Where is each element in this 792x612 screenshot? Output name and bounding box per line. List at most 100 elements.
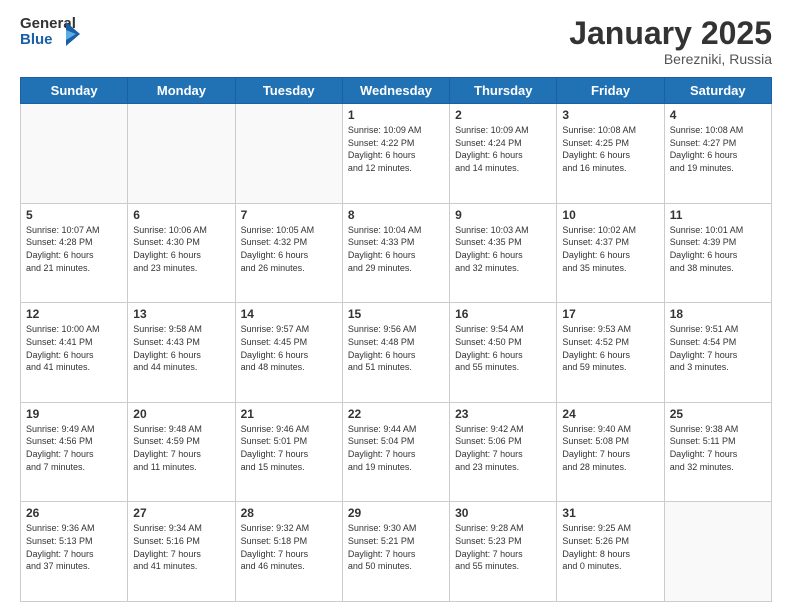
day-info: Sunrise: 9:54 AMSunset: 4:50 PMDaylight:… — [455, 323, 551, 373]
day-number: 24 — [562, 407, 658, 421]
day-cell: 17Sunrise: 9:53 AMSunset: 4:52 PMDayligh… — [557, 303, 664, 403]
day-info: Sunrise: 10:06 AMSunset: 4:30 PMDaylight… — [133, 224, 229, 274]
day-cell: 14 Sunrise: 9:57 AMSunset: 4:45 PMDayligh… — [235, 303, 342, 403]
day-info: Sunrise: 10:05 AMSunset: 4:32 PMDaylight… — [241, 224, 337, 274]
day-cell: 22 Sunrise: 9:44 AMSunset: 5:04 PMDayligh… — [342, 402, 449, 502]
day-cell: 5 Sunrise: 10:07 AMSunset: 4:28 PMDayligh… — [21, 203, 128, 303]
day-number: 17 — [562, 307, 658, 321]
day-cell: 21 Sunrise: 9:46 AMSunset: 5:01 PMDayligh… — [235, 402, 342, 502]
logo: General Blue — [20, 16, 72, 56]
day-number: 15 — [348, 307, 444, 321]
day-number: 4 — [670, 108, 766, 122]
day-cell: 15 Sunrise: 9:56 AMSunset: 4:48 PMDayligh… — [342, 303, 449, 403]
calendar-title: January 2025 — [569, 16, 772, 51]
day-number: 13 — [133, 307, 229, 321]
day-number: 27 — [133, 506, 229, 520]
day-header-friday: Friday — [557, 78, 664, 104]
day-info: Sunrise: 9:30 AMSunset: 5:21 PMDaylight:… — [348, 522, 444, 572]
day-cell: 27Sunrise: 9:34 AMSunset: 5:16 PMDayligh… — [128, 502, 235, 602]
day-number: 30 — [455, 506, 551, 520]
day-number: 10 — [562, 208, 658, 222]
logo-icon — [66, 18, 82, 55]
day-cell: 24Sunrise: 9:40 AMSunset: 5:08 PMDayligh… — [557, 402, 664, 502]
day-info: Sunrise: 9:58 AMSunset: 4:43 PMDaylight:… — [133, 323, 229, 373]
logo-blue: Blue — [20, 32, 53, 49]
day-info: Sunrise: 9:32 AMSunset: 5:18 PMDaylight:… — [241, 522, 337, 572]
day-number: 29 — [348, 506, 444, 520]
day-cell: 26 Sunrise: 9:36 AMSunset: 5:13 PMDayligh… — [21, 502, 128, 602]
day-number: 3 — [562, 108, 658, 122]
day-number: 31 — [562, 506, 658, 520]
day-info: Sunrise: 9:56 AMSunset: 4:48 PMDaylight:… — [348, 323, 444, 373]
day-number: 2 — [455, 108, 551, 122]
day-cell — [21, 104, 128, 204]
day-cell: 28Sunrise: 9:32 AMSunset: 5:18 PMDayligh… — [235, 502, 342, 602]
day-info: Sunrise: 9:36 AMSunset: 5:13 PMDaylight:… — [26, 522, 122, 572]
day-header-tuesday: Tuesday — [235, 78, 342, 104]
day-info: Sunrise: 10:01 AMSunset: 4:39 PMDaylight… — [670, 224, 766, 274]
day-info: Sunrise: 9:44 AMSunset: 5:04 PMDaylight:… — [348, 423, 444, 473]
day-number: 21 — [241, 407, 337, 421]
day-number: 16 — [455, 307, 551, 321]
day-cell: 19 Sunrise: 9:49 AMSunset: 4:56 PMDayligh… — [21, 402, 128, 502]
day-header-saturday: Saturday — [664, 78, 771, 104]
day-number: 5 — [26, 208, 122, 222]
day-cell: 1 Sunrise: 10:09 AMSunset: 4:22 PMDayligh… — [342, 104, 449, 204]
calendar-subtitle: Berezniki, Russia — [569, 51, 772, 67]
day-cell: 20Sunrise: 9:48 AMSunset: 4:59 PMDayligh… — [128, 402, 235, 502]
day-cell: 31 Sunrise: 9:25 AMSunset: 5:26 PMDayligh… — [557, 502, 664, 602]
day-number: 20 — [133, 407, 229, 421]
day-cell: 11 Sunrise: 10:01 AMSunset: 4:39 PMDaylig… — [664, 203, 771, 303]
day-info: Sunrise: 10:03 AMSunset: 4:35 PMDaylight… — [455, 224, 551, 274]
day-number: 11 — [670, 208, 766, 222]
day-header-thursday: Thursday — [450, 78, 557, 104]
day-info: Sunrise: 9:38 AMSunset: 5:11 PMDaylight:… — [670, 423, 766, 473]
day-info: Sunrise: 10:04 AMSunset: 4:33 PMDaylight… — [348, 224, 444, 274]
day-info: Sunrise: 9:49 AMSunset: 4:56 PMDaylight:… — [26, 423, 122, 473]
day-info: Sunrise: 9:51 AMSunset: 4:54 PMDaylight:… — [670, 323, 766, 373]
day-number: 8 — [348, 208, 444, 222]
day-number: 12 — [26, 307, 122, 321]
day-cell: 2 Sunrise: 10:09 AMSunset: 4:24 PMDayligh… — [450, 104, 557, 204]
day-cell: 6 Sunrise: 10:06 AMSunset: 4:30 PMDayligh… — [128, 203, 235, 303]
header: General Blue January 2025 Berezniki, Rus… — [20, 16, 772, 67]
day-info: Sunrise: 10:08 AMSunset: 4:27 PMDaylight… — [670, 124, 766, 174]
day-header-wednesday: Wednesday — [342, 78, 449, 104]
day-cell: 25Sunrise: 9:38 AMSunset: 5:11 PMDayligh… — [664, 402, 771, 502]
day-cell: 9 Sunrise: 10:03 AMSunset: 4:35 PMDayligh… — [450, 203, 557, 303]
day-header-monday: Monday — [128, 78, 235, 104]
day-info: Sunrise: 10:09 AMSunset: 4:22 PMDaylight… — [348, 124, 444, 174]
day-number: 23 — [455, 407, 551, 421]
day-cell — [664, 502, 771, 602]
day-cell: 18 Sunrise: 9:51 AMSunset: 4:54 PMDayligh… — [664, 303, 771, 403]
day-number: 18 — [670, 307, 766, 321]
page: General Blue January 2025 Berezniki, Rus… — [0, 0, 792, 612]
day-info: Sunrise: 10:00 AMSunset: 4:41 PMDaylight… — [26, 323, 122, 373]
day-cell: 4 Sunrise: 10:08 AMSunset: 4:27 PMDayligh… — [664, 104, 771, 204]
day-cell: 8 Sunrise: 10:04 AMSunset: 4:33 PMDayligh… — [342, 203, 449, 303]
day-info: Sunrise: 9:25 AMSunset: 5:26 PMDaylight:… — [562, 522, 658, 572]
day-cell: 29 Sunrise: 9:30 AMSunset: 5:21 PMDayligh… — [342, 502, 449, 602]
day-cell: 16 Sunrise: 9:54 AMSunset: 4:50 PMDayligh… — [450, 303, 557, 403]
day-number: 14 — [241, 307, 337, 321]
day-cell: 10Sunrise: 10:02 AMSunset: 4:37 PMDaylig… — [557, 203, 664, 303]
day-cell: 13 Sunrise: 9:58 AMSunset: 4:43 PMDayligh… — [128, 303, 235, 403]
day-info: Sunrise: 10:08 AMSunset: 4:25 PMDaylight… — [562, 124, 658, 174]
day-number: 19 — [26, 407, 122, 421]
day-cell: 7Sunrise: 10:05 AMSunset: 4:32 PMDayligh… — [235, 203, 342, 303]
day-info: Sunrise: 9:28 AMSunset: 5:23 PMDaylight:… — [455, 522, 551, 572]
day-number: 6 — [133, 208, 229, 222]
day-info: Sunrise: 10:07 AMSunset: 4:28 PMDaylight… — [26, 224, 122, 274]
title-area: January 2025 Berezniki, Russia — [569, 16, 772, 67]
day-cell: 12 Sunrise: 10:00 AMSunset: 4:41 PMDaylig… — [21, 303, 128, 403]
day-cell: 30 Sunrise: 9:28 AMSunset: 5:23 PMDayligh… — [450, 502, 557, 602]
day-number: 26 — [26, 506, 122, 520]
day-number: 22 — [348, 407, 444, 421]
day-number: 1 — [348, 108, 444, 122]
day-info: Sunrise: 10:09 AMSunset: 4:24 PMDaylight… — [455, 124, 551, 174]
day-cell: 23Sunrise: 9:42 AMSunset: 5:06 PMDayligh… — [450, 402, 557, 502]
day-number: 9 — [455, 208, 551, 222]
day-info: Sunrise: 9:46 AMSunset: 5:01 PMDaylight:… — [241, 423, 337, 473]
day-header-sunday: Sunday — [21, 78, 128, 104]
day-info: Sunrise: 9:57 AMSunset: 4:45 PMDaylight:… — [241, 323, 337, 373]
